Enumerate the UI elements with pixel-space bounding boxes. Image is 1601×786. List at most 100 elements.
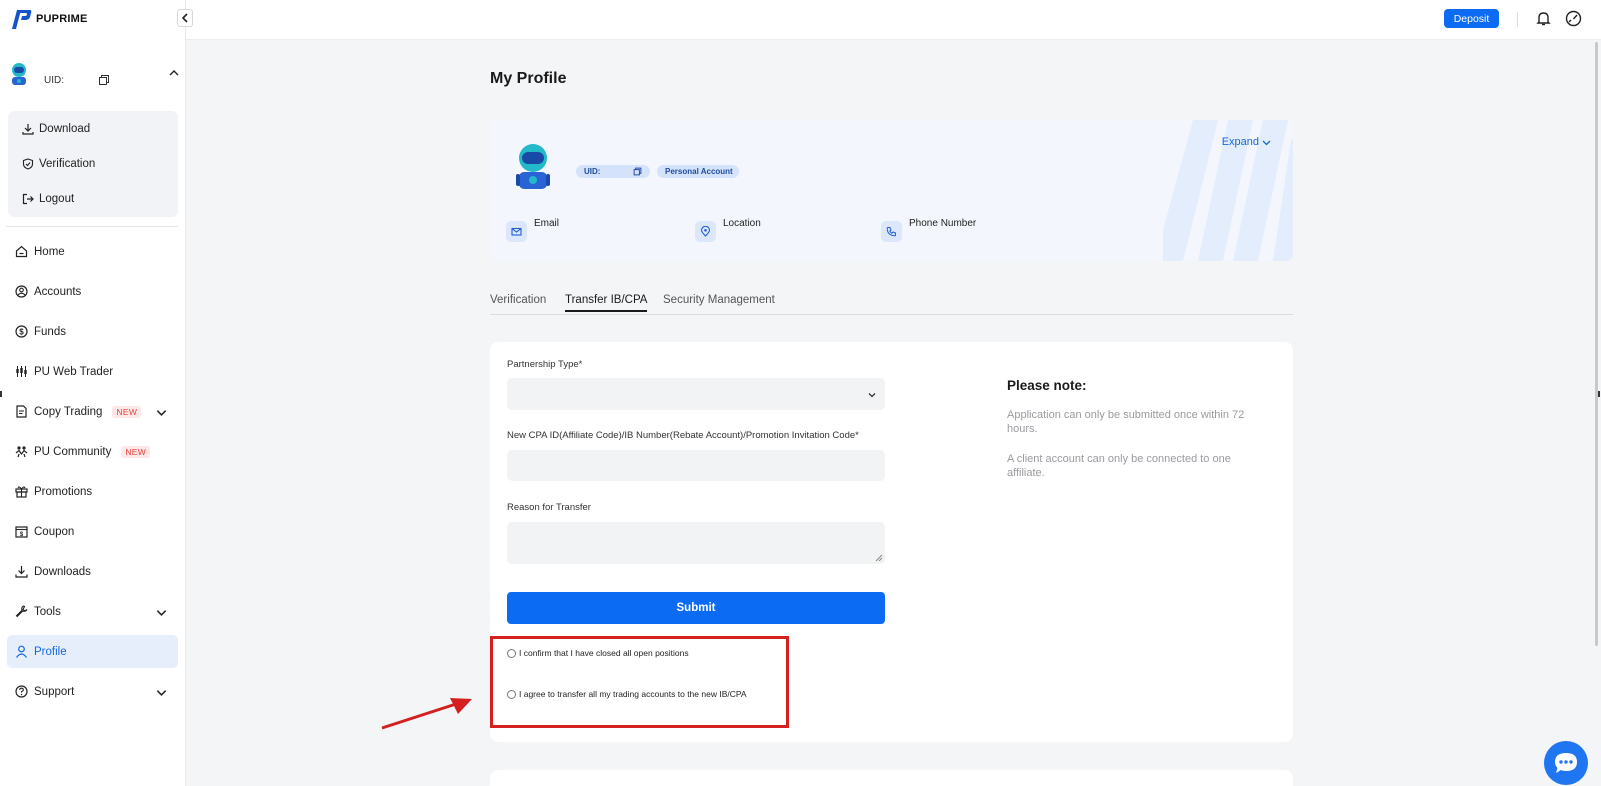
chevron-down-icon[interactable] [155, 406, 168, 419]
help-circle-icon [15, 685, 28, 698]
user-menu-verification[interactable]: Verification [22, 158, 95, 170]
uid-pill: UID: [576, 165, 650, 178]
profile-card: UID: Personal Account Expand Email Locat… [490, 120, 1293, 261]
user-menu: Download Verification Logout [8, 111, 178, 217]
community-icon [15, 446, 28, 458]
download-icon [22, 124, 34, 135]
puprime-logo-icon [12, 10, 32, 29]
person-icon [16, 645, 27, 658]
sidebar-item-pu-web-trader[interactable]: PU Web Trader [7, 355, 178, 388]
note-line: A client account can only be connected t… [1007, 453, 1231, 479]
sidebar-item-label: Promotions [34, 485, 93, 498]
sidebar-item-downloads[interactable]: Downloads [7, 555, 178, 588]
copy-icon[interactable] [98, 74, 110, 86]
reason-textarea[interactable] [507, 522, 885, 564]
brand-name: PUPRIME [36, 13, 88, 25]
top-bar [186, 0, 1601, 40]
chevron-down-icon[interactable] [155, 606, 168, 619]
sidebar-item-pu-community[interactable]: PU Community NEW [7, 435, 178, 468]
svg-text:$: $ [19, 327, 24, 336]
profile-tabs: Verification Transfer IB/CPA Security Ma… [490, 290, 1293, 315]
sidebar-item-label: Funds [34, 325, 66, 338]
tab-security-management[interactable]: Security Management [663, 294, 775, 306]
user-menu-label: Logout [39, 193, 75, 205]
code-label: New CPA ID(Affiliate Code)/IB Number(Reb… [507, 430, 859, 441]
email-info: Email [506, 218, 559, 242]
note-title: Please note: [1007, 378, 1087, 393]
account-type-badge: Personal Account [657, 165, 739, 178]
sidebar-item-tools[interactable]: Tools [7, 595, 178, 628]
speedometer-icon[interactable] [1565, 10, 1582, 27]
candlestick-icon [16, 366, 27, 377]
sidebar-item-label: PU Web Trader [34, 365, 114, 378]
expand-link[interactable]: Expand [1222, 136, 1271, 148]
divider [1517, 12, 1518, 27]
reason-label: Reason for Transfer [507, 502, 591, 513]
logout-icon [22, 193, 34, 205]
sidebar-item-label: Accounts [34, 285, 82, 298]
tab-transfer-ib-cpa[interactable]: Transfer IB/CPA [565, 294, 648, 312]
chevron-up-icon[interactable] [168, 67, 180, 79]
phone-info: Phone Number [881, 218, 976, 242]
phone-icon [881, 221, 902, 242]
sidebar-item-label: Support [34, 685, 75, 698]
user-menu-logout[interactable]: Logout [22, 193, 74, 205]
sidebar-item-coupon[interactable]: $ Coupon [7, 515, 178, 548]
gift-icon [15, 486, 28, 498]
sidebar-item-copy-trading[interactable]: Copy Trading NEW [7, 395, 178, 428]
resize-grip-icon[interactable] [875, 554, 883, 562]
user-circle-icon [15, 285, 28, 298]
sidebar-item-label: Copy Trading [34, 405, 103, 418]
sidebar-item-label: Tools [34, 605, 61, 618]
location-pin-icon [695, 221, 716, 242]
chevron-down-icon [1262, 140, 1271, 145]
sidebar-item-accounts[interactable]: Accounts [7, 275, 178, 308]
user-summary[interactable]: UID: [8, 62, 180, 92]
dollar-circle-icon: $ [15, 325, 28, 338]
chevron-left-icon [181, 13, 188, 23]
annotation-highlight-box [490, 636, 789, 728]
edge-marker [0, 391, 2, 397]
note-line: Application can only be submitted once w… [1007, 409, 1245, 435]
sidebar-item-home[interactable]: Home [7, 235, 178, 268]
uid-label: UID: [584, 167, 601, 176]
partnership-type-select[interactable] [507, 378, 885, 410]
copy-icon[interactable] [633, 167, 642, 176]
sidebar-item-support[interactable]: Support [7, 675, 178, 708]
cpa-id-input[interactable] [507, 450, 885, 481]
location-info: Location [695, 218, 761, 242]
sidebar: PUPRIME UID: Download Verification Logou… [0, 0, 193, 786]
new-badge: NEW [112, 405, 142, 418]
user-menu-download[interactable]: Download [22, 123, 90, 135]
location-label: Location [723, 218, 761, 229]
sidebar-item-funds[interactable]: $ Funds [7, 315, 178, 348]
annotation-arrow-icon [381, 698, 472, 730]
chat-button[interactable] [1544, 741, 1588, 785]
collapse-sidebar-button[interactable] [177, 9, 193, 27]
scrollbar-thumb[interactable] [1595, 42, 1598, 646]
chevron-down-icon[interactable] [155, 686, 168, 699]
download-icon [15, 566, 28, 578]
email-label: Email [534, 218, 560, 229]
coupon-icon: $ [15, 526, 28, 538]
chevron-down-icon [868, 393, 876, 398]
edge-marker [1598, 391, 1600, 397]
document-icon [16, 405, 27, 418]
avatar [12, 63, 26, 85]
sidebar-item-label: Profile [34, 645, 67, 658]
user-menu-label: Download [39, 123, 91, 135]
new-badge: NEW [121, 445, 151, 458]
phone-label: Phone Number [909, 218, 977, 229]
sidebar-item-label: Home [34, 245, 65, 258]
shield-check-icon [22, 158, 34, 170]
tab-verification[interactable]: Verification [490, 294, 546, 306]
page-title: My Profile [490, 70, 567, 87]
deposit-button[interactable]: Deposit [1444, 9, 1499, 28]
sidebar-item-profile[interactable]: Profile [7, 635, 178, 668]
sidebar-item-promotions[interactable]: Promotions [7, 475, 178, 508]
bell-icon[interactable] [1535, 10, 1552, 27]
submit-button[interactable]: Submit [507, 592, 885, 624]
secondary-card [490, 770, 1293, 786]
sidebar-item-label: Coupon [34, 525, 75, 538]
brand-logo[interactable]: PUPRIME [10, 9, 88, 29]
